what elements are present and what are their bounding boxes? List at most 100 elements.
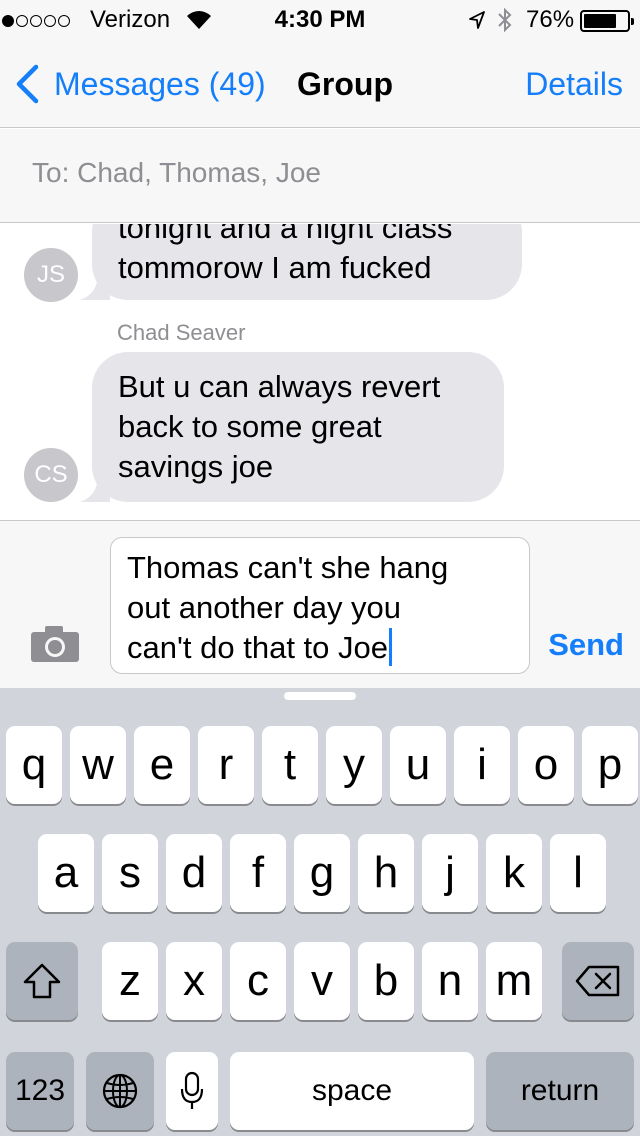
key-g[interactable]: g (294, 834, 350, 912)
details-button[interactable]: Details (525, 66, 623, 103)
recipients-bar[interactable]: To: Chad, Thomas, Joe (0, 129, 640, 223)
keyboard: q w e r t y u i o p a s d f g h j k l z … (0, 688, 640, 1136)
key-label: s (119, 848, 141, 897)
key-q[interactable]: q (6, 726, 62, 804)
key-b[interactable]: b (358, 942, 414, 1020)
key-r[interactable]: r (198, 726, 254, 804)
key-label: t (283, 740, 297, 789)
key-label: space (311, 1074, 393, 1107)
key-label: p (597, 740, 623, 789)
key-label: h (373, 848, 399, 897)
navigation-bar: Messages (49) Group Details (0, 40, 640, 128)
message-bubble[interactable]: But u can always revert back to some gre… (80, 352, 504, 502)
key-label: f (251, 848, 265, 897)
key-m[interactable]: m (486, 942, 542, 1020)
key-label: c (247, 956, 269, 1005)
input-line: out another day you (127, 590, 402, 625)
compose-bar: Thomas can't she hang out another day yo… (0, 520, 640, 688)
key-k[interactable]: k (486, 834, 542, 912)
chevron-left-icon (16, 64, 39, 104)
key-label: 123 (14, 1074, 66, 1107)
globe-key[interactable] (86, 1052, 154, 1130)
text-cursor (389, 628, 392, 666)
page-title: Group (297, 66, 393, 102)
key-label: return (520, 1074, 600, 1107)
numbers-key[interactable]: 123 (6, 1052, 74, 1130)
battery-icon (580, 10, 634, 32)
message-line: tonight and a night class (118, 224, 453, 245)
sender-name: Chad Seaver (117, 320, 246, 345)
location-arrow-icon (469, 11, 485, 29)
key-label: b (373, 956, 399, 1005)
key-x[interactable]: x (166, 942, 222, 1020)
battery-nub (631, 18, 634, 25)
key-l[interactable]: l (550, 834, 606, 912)
avatar[interactable]: CS (24, 448, 78, 502)
key-z[interactable]: z (102, 942, 158, 1020)
keyboard-handle[interactable] (284, 692, 356, 700)
space-key[interactable]: space (230, 1052, 474, 1130)
key-t[interactable]: t (262, 726, 318, 804)
avatar-initials: CS (34, 461, 68, 488)
key-c[interactable]: c (230, 942, 286, 1020)
input-line-text: can't do that to Joe (127, 630, 388, 665)
key-j[interactable]: j (422, 834, 478, 912)
key-o[interactable]: o (518, 726, 574, 804)
key-s[interactable]: s (102, 834, 158, 912)
back-button-label: Messages (49) (54, 65, 266, 102)
key-label: k (503, 848, 525, 897)
delete-icon (575, 965, 620, 997)
message-line: back to some great (118, 409, 382, 444)
bubble-tail (80, 476, 110, 502)
key-i[interactable]: i (454, 726, 510, 804)
delete-key[interactable] (562, 942, 634, 1020)
key-label: v (311, 956, 333, 1005)
shift-key[interactable] (6, 942, 78, 1020)
globe-icon (102, 1073, 138, 1109)
avatar[interactable]: JS (24, 248, 78, 302)
key-label: o (533, 740, 559, 789)
key-label: l (573, 848, 583, 897)
key-label: w (82, 740, 114, 789)
key-u[interactable]: u (390, 726, 446, 804)
key-label: m (495, 956, 533, 1005)
key-w[interactable]: w (70, 726, 126, 804)
key-p[interactable]: p (582, 726, 638, 804)
message-line: But u can always revert (118, 369, 441, 404)
message-input[interactable]: Thomas can't she hang out another day yo… (110, 537, 530, 674)
key-n[interactable]: n (422, 942, 478, 1020)
key-label: x (183, 956, 205, 1005)
key-h[interactable]: h (358, 834, 414, 912)
key-label: j (445, 848, 455, 897)
recipients-label: To: Chad, Thomas, Joe (32, 157, 321, 188)
key-e[interactable]: e (134, 726, 190, 804)
back-button[interactable]: Messages (49) (14, 64, 266, 104)
key-label: i (477, 740, 487, 789)
key-label: u (405, 740, 431, 789)
return-key[interactable]: return (486, 1052, 634, 1130)
shift-icon (23, 963, 61, 999)
input-line: Thomas can't she hang (127, 550, 449, 585)
key-f[interactable]: f (230, 834, 286, 912)
message-thread[interactable]: JS tonight and a night class tommorow I … (0, 224, 640, 520)
key-label: g (309, 848, 335, 897)
key-label: a (53, 848, 79, 897)
battery-fill (584, 14, 616, 28)
microphone-icon (180, 1071, 204, 1109)
key-d[interactable]: d (166, 834, 222, 912)
key-label: e (149, 740, 175, 789)
key-label: r (218, 740, 234, 789)
battery-percent: 76% (526, 6, 575, 33)
send-button[interactable]: Send (548, 627, 624, 663)
key-a[interactable]: a (38, 834, 94, 912)
key-y[interactable]: y (326, 726, 382, 804)
key-v[interactable]: v (294, 942, 350, 1020)
bubble-tail (80, 274, 110, 300)
key-label: y (343, 740, 365, 789)
message-bubble[interactable]: tonight and a night class tommorow I am … (80, 224, 522, 300)
key-label: d (181, 848, 207, 897)
camera-icon[interactable] (30, 625, 80, 663)
message-line: savings joe (118, 449, 274, 484)
key-label: q (21, 740, 47, 789)
dictation-key[interactable] (166, 1052, 218, 1130)
